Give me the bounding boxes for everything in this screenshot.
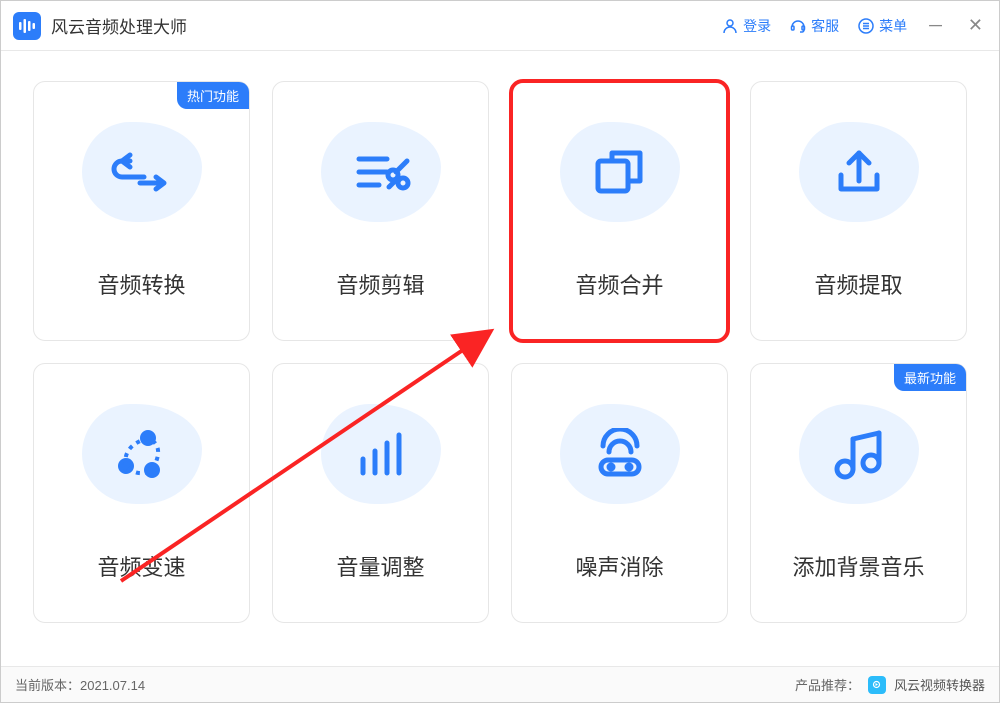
volume-icon — [321, 404, 441, 504]
titlebar-right: 登录 客服 菜单 ─ ✕ — [721, 15, 987, 36]
card-label: 噪声消除 — [575, 550, 663, 582]
main-grid: 热门功能 音频转换 音频剪辑 音频合并 音频提取 音频变速 音量调整 — [1, 51, 999, 633]
menu-button[interactable]: 菜单 — [857, 16, 907, 36]
new-badge: 最新功能 — [894, 364, 966, 391]
menu-icon — [857, 17, 875, 35]
version-text: 当前版本：2021.07.14 — [15, 675, 145, 694]
login-button[interactable]: 登录 — [721, 16, 771, 36]
noise-icon — [560, 404, 680, 504]
card-noise-remove[interactable]: 噪声消除 — [511, 363, 728, 623]
app-title: 风云音频处理大师 — [51, 13, 187, 38]
minimize-button[interactable]: ─ — [925, 15, 946, 36]
version-value: 2021.07.14 — [80, 678, 145, 693]
card-label: 添加背景音乐 — [792, 550, 924, 582]
card-audio-extract[interactable]: 音频提取 — [750, 81, 967, 341]
login-label: 登录 — [743, 16, 771, 36]
convert-icon — [82, 122, 202, 222]
card-audio-merge[interactable]: 音频合并 — [511, 81, 728, 341]
support-button[interactable]: 客服 — [789, 16, 839, 36]
card-add-bgm[interactable]: 最新功能 添加背景音乐 — [750, 363, 967, 623]
merge-icon — [560, 122, 680, 222]
recommend-product[interactable]: 风云视频转换器 — [894, 675, 985, 694]
card-label: 音频剪辑 — [336, 268, 424, 300]
card-label: 音频转换 — [97, 268, 185, 300]
footer-right: 产品推荐： 风云视频转换器 — [795, 675, 985, 694]
card-audio-convert[interactable]: 热门功能 音频转换 — [33, 81, 250, 341]
titlebar: 风云音频处理大师 登录 客服 菜单 ─ ✕ — [1, 1, 999, 51]
menu-label: 菜单 — [879, 16, 907, 36]
hot-badge: 热门功能 — [177, 82, 249, 109]
music-icon — [799, 404, 919, 504]
version-label: 当前版本： — [15, 678, 80, 693]
edit-icon — [321, 122, 441, 222]
extract-icon — [799, 122, 919, 222]
headset-icon — [789, 17, 807, 35]
card-volume-adjust[interactable]: 音量调整 — [272, 363, 489, 623]
recommend-logo-icon — [868, 676, 886, 694]
support-label: 客服 — [811, 16, 839, 36]
user-icon — [721, 17, 739, 35]
app-logo-icon — [13, 12, 41, 40]
card-label: 音频变速 — [97, 550, 185, 582]
card-label: 音频合并 — [575, 268, 663, 300]
speed-icon — [82, 404, 202, 504]
card-audio-edit[interactable]: 音频剪辑 — [272, 81, 489, 341]
card-label: 音量调整 — [336, 550, 424, 582]
titlebar-left: 风云音频处理大师 — [13, 12, 187, 40]
recommend-label: 产品推荐： — [795, 675, 860, 694]
footer: 当前版本：2021.07.14 产品推荐： 风云视频转换器 — [1, 666, 999, 702]
card-label: 音频提取 — [814, 268, 902, 300]
card-audio-speed[interactable]: 音频变速 — [33, 363, 250, 623]
close-button[interactable]: ✕ — [964, 15, 987, 36]
